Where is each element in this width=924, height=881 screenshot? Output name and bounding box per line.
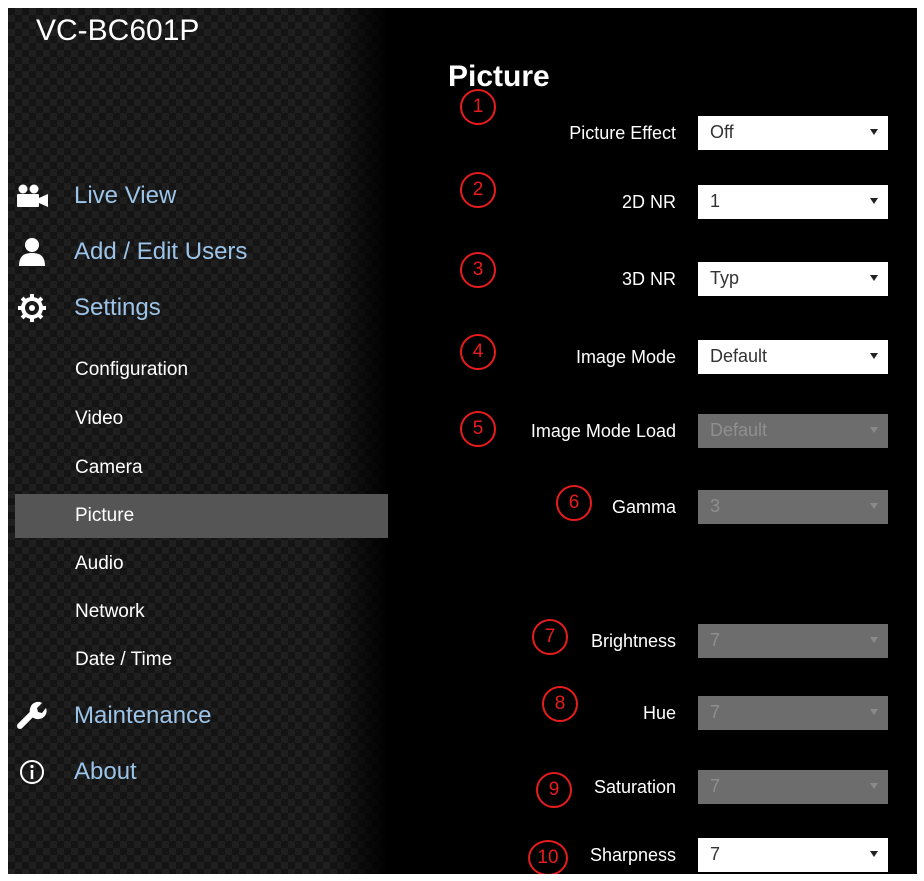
chevron-down-icon xyxy=(870,503,878,509)
chevron-down-icon xyxy=(870,275,878,281)
sidebar: VC-BC601P Live View Add / Edit Users Set… xyxy=(8,8,388,874)
select-value: 3 xyxy=(710,496,721,516)
select-value: 7 xyxy=(710,630,721,650)
user-icon xyxy=(12,230,52,274)
field-label: Brightness xyxy=(590,631,676,651)
chevron-down-icon xyxy=(870,353,878,359)
chevron-down-icon xyxy=(870,851,878,857)
field-label: Hue xyxy=(642,703,676,723)
sidebar-item-video[interactable]: Video xyxy=(15,397,388,441)
select-value: Off xyxy=(710,122,734,142)
field-row-picture-effect: Picture Effect Off xyxy=(448,116,908,152)
nav-about[interactable]: About xyxy=(8,750,388,794)
select-value: Default xyxy=(710,420,768,440)
sidebar-item-label: Video xyxy=(75,408,124,429)
nav-maintenance[interactable]: Maintenance xyxy=(8,694,388,738)
select-value: 1 xyxy=(710,191,721,211)
2d-nr-select[interactable]: 1 xyxy=(698,185,888,219)
hue-select: 7 xyxy=(698,696,888,730)
chevron-down-icon xyxy=(870,637,878,643)
field-row-image-mode-load: Image Mode Load Default xyxy=(448,414,908,450)
chevron-down-icon xyxy=(870,129,878,135)
chevron-down-icon xyxy=(870,783,878,789)
page-title: Picture xyxy=(448,60,550,93)
field-row-2d-nr: 2D NR 1 xyxy=(448,185,908,221)
field-label: 2D NR xyxy=(621,192,676,212)
select-value: Typ xyxy=(710,268,740,288)
saturation-select: 7 xyxy=(698,770,888,804)
app-window: VC-BC601P Live View Add / Edit Users Set… xyxy=(8,8,917,874)
sidebar-item-camera[interactable]: Camera xyxy=(15,446,388,490)
nav-live-view[interactable]: Live View xyxy=(8,174,388,218)
gamma-select: 3 xyxy=(698,490,888,524)
nav-settings[interactable]: Settings xyxy=(8,286,388,330)
sidebar-item-label: Network xyxy=(75,601,145,622)
select-value: Default xyxy=(710,346,768,366)
sidebar-item-label: Date / Time xyxy=(75,649,173,670)
nav-settings-label: Settings xyxy=(74,294,161,321)
field-row-brightness: Brightness 7 xyxy=(448,624,908,660)
nav-maintenance-label: Maintenance xyxy=(74,702,212,729)
gear-icon xyxy=(12,286,52,330)
select-value: 7 xyxy=(710,844,721,864)
field-label: 3D NR xyxy=(621,269,676,289)
field-row-image-mode: Image Mode Default xyxy=(448,340,908,376)
sharpness-select[interactable]: 7 xyxy=(698,838,888,872)
field-label: Gamma xyxy=(611,497,676,517)
field-row-gamma: Gamma 3 xyxy=(448,490,908,526)
select-value: 7 xyxy=(710,702,721,722)
chevron-down-icon xyxy=(870,427,878,433)
sidebar-item-audio[interactable]: Audio xyxy=(15,542,388,586)
sidebar-fade xyxy=(328,8,388,874)
3d-nr-select[interactable]: Typ xyxy=(698,262,888,296)
field-label: Saturation xyxy=(593,777,676,797)
sidebar-item-label: Configuration xyxy=(75,359,189,380)
select-value: 7 xyxy=(710,776,721,796)
field-row-sharpness: Sharpness 7 xyxy=(448,838,908,874)
video-camera-icon xyxy=(12,174,52,218)
nav-about-label: About xyxy=(74,758,137,785)
image-mode-load-select: Default xyxy=(698,414,888,448)
chevron-down-icon xyxy=(870,198,878,204)
brightness-select: 7 xyxy=(698,624,888,658)
field-row-hue: Hue 7 xyxy=(448,696,908,732)
wrench-icon xyxy=(12,694,52,738)
sidebar-item-network[interactable]: Network xyxy=(15,590,388,634)
field-row-3d-nr: 3D NR Typ xyxy=(448,262,908,298)
info-icon xyxy=(12,750,52,794)
nav-add-edit-users[interactable]: Add / Edit Users xyxy=(8,230,388,274)
image-mode-select[interactable]: Default xyxy=(698,340,888,374)
field-label: Image Mode Load xyxy=(530,421,676,441)
sidebar-item-label: Picture xyxy=(75,505,135,526)
device-title: VC-BC601P xyxy=(36,14,200,47)
chevron-down-icon xyxy=(870,709,878,715)
field-label: Image Mode xyxy=(575,347,676,367)
sidebar-item-date-time[interactable]: Date / Time xyxy=(15,638,388,682)
field-label: Sharpness xyxy=(589,845,676,865)
sidebar-item-label: Audio xyxy=(75,553,124,574)
picture-effect-select[interactable]: Off xyxy=(698,116,888,150)
nav-add-edit-users-label: Add / Edit Users xyxy=(74,238,248,265)
nav-live-view-label: Live View xyxy=(74,182,177,209)
sidebar-item-picture[interactable]: Picture xyxy=(15,494,388,538)
sidebar-item-configuration[interactable]: Configuration xyxy=(15,348,388,392)
field-row-saturation: Saturation 7 xyxy=(448,770,908,806)
field-label: Picture Effect xyxy=(569,123,676,143)
sidebar-item-label: Camera xyxy=(75,457,143,478)
